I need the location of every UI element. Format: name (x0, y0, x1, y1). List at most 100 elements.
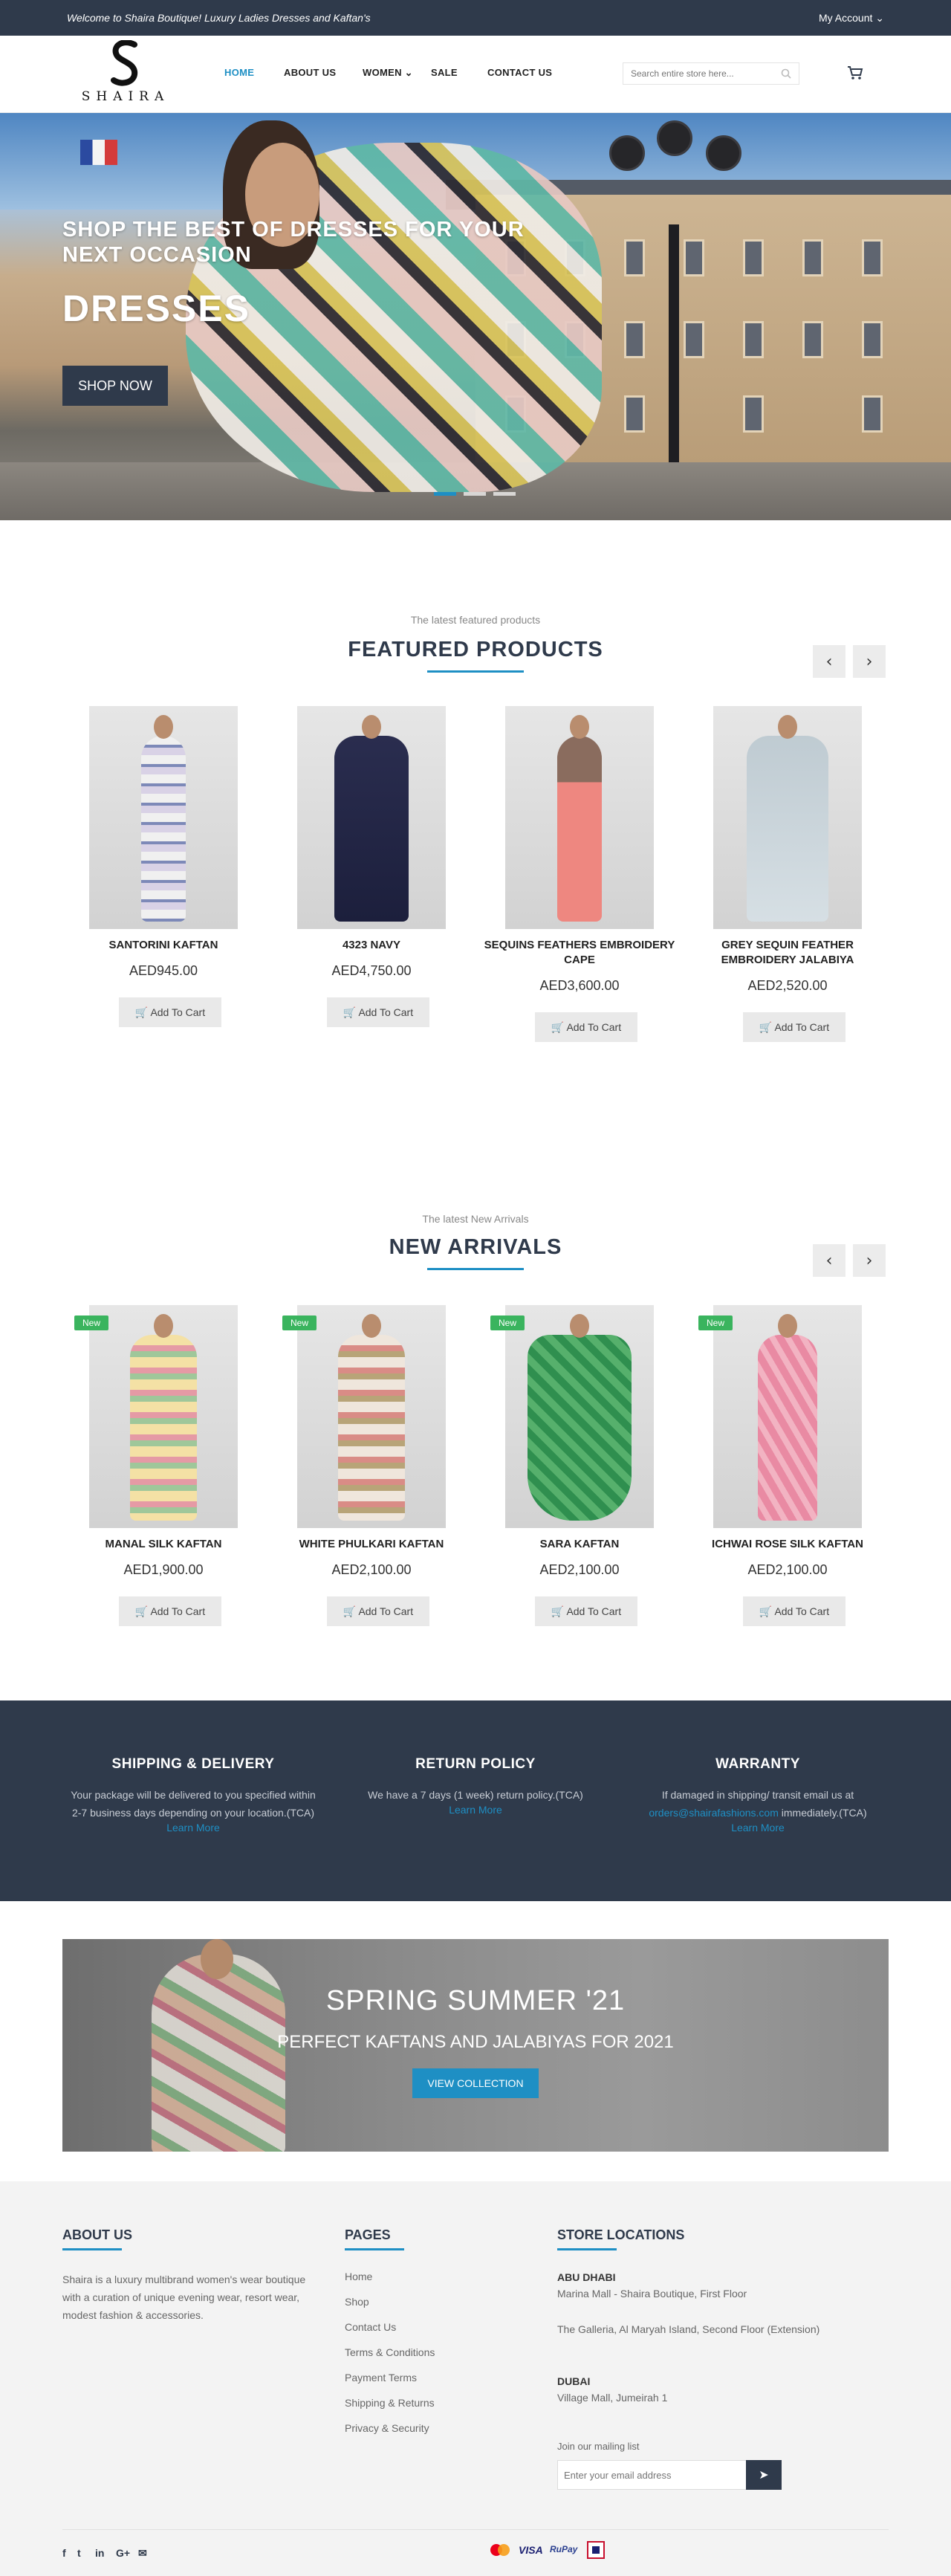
add-to-cart-label: Add To Cart (150, 1006, 206, 1018)
footer-link-shipping-returns[interactable]: Shipping & Returns (345, 2397, 435, 2409)
email-icon[interactable]: ✉ (138, 2547, 147, 2560)
featured-title-underline (427, 670, 524, 673)
slider-dot-3[interactable] (493, 492, 516, 496)
return-learn-more-link[interactable]: Learn More (449, 1804, 502, 1816)
add-to-cart-button[interactable]: 🛒 Add To Cart (119, 997, 221, 1027)
add-to-cart-button[interactable]: 🛒 Add To Cart (743, 1012, 845, 1042)
arrivals-next-button[interactable]: › (853, 1244, 886, 1277)
return-policy-info: RETURN POLICY We have a 7 days (1 week) … (349, 1756, 602, 1817)
arrivals-subtitle: The latest New Arrivals (422, 1213, 529, 1225)
view-collection-button[interactable]: VIEW COLLECTION (412, 2068, 539, 2098)
product-image[interactable] (89, 1305, 238, 1528)
featured-title: FEATURED PRODUCTS (348, 638, 603, 661)
product-image[interactable] (89, 706, 238, 929)
arrivals-prev-button[interactable]: ‹ (813, 1244, 845, 1277)
product-price: AED945.00 (129, 963, 198, 978)
product-name[interactable]: SANTORINI KAFTAN (59, 938, 267, 953)
newsletter-submit-button[interactable]: ➤ (746, 2460, 782, 2490)
product-price: AED2,520.00 (747, 978, 828, 993)
promo-banner: SPRING SUMMER '21 PERFECT KAFTANS AND JA… (62, 1939, 889, 2152)
product-name[interactable]: SARA KAFTAN (476, 1537, 684, 1552)
add-to-cart-button[interactable]: 🛒 Add To Cart (119, 1596, 221, 1626)
search-icon[interactable] (781, 68, 791, 82)
nav-contact-us[interactable]: CONTACT US (487, 67, 552, 78)
nav-about-us[interactable]: ABOUT US (284, 67, 336, 78)
footer-link-terms[interactable]: Terms & Conditions (345, 2346, 435, 2358)
shaira-logo[interactable]: SHAIRA (77, 40, 174, 111)
featured-next-button[interactable]: › (853, 645, 886, 678)
footer-link-shop[interactable]: Shop (345, 2296, 369, 2308)
nav-home[interactable]: HOME (224, 67, 254, 78)
newsletter-box (557, 2460, 747, 2490)
welcome-message: Welcome to Shaira Boutique! Luxury Ladie… (67, 12, 371, 24)
product-image[interactable] (713, 1305, 862, 1528)
add-to-cart-button[interactable]: 🛒 Add To Cart (535, 1596, 637, 1626)
nav-sale[interactable]: SALE (431, 67, 458, 78)
hero-street-lamp (669, 224, 679, 470)
shop-now-button[interactable]: SHOP NOW (62, 366, 168, 406)
arrivals-title-underline (427, 1268, 524, 1270)
facebook-icon[interactable]: f (62, 2547, 66, 2559)
info-band: SHIPPING & DELIVERY Your package will be… (0, 1700, 951, 1901)
product-image[interactable] (297, 1305, 446, 1528)
linkedin-icon[interactable]: in (95, 2547, 104, 2559)
product-name[interactable]: WHITE PHULKARI KAFTAN (267, 1537, 476, 1552)
product-image[interactable] (505, 706, 654, 929)
footer-link-home[interactable]: Home (345, 2271, 372, 2282)
product-name[interactable]: ICHWAI ROSE SILK KAFTAN (684, 1537, 892, 1552)
product-name[interactable]: SEQUINS FEATHERS EMBROIDERY CAPE (476, 938, 684, 968)
visa-icon: VISA (519, 2544, 543, 2556)
slider-dot-2[interactable] (464, 492, 486, 496)
product-image[interactable] (505, 1305, 654, 1528)
footer-pages-underline (345, 2248, 404, 2250)
cart-icon: 🛒 (134, 1605, 151, 1617)
footer-link-privacy[interactable]: Privacy & Security (345, 2422, 429, 2434)
cart-icon: 🛒 (343, 1605, 359, 1617)
warranty-email-link[interactable]: orders@shairafashions.com (649, 1807, 779, 1819)
add-to-cart-label: Add To Cart (150, 1605, 206, 1617)
newsletter-email-input[interactable] (558, 2461, 744, 2489)
footer-about-underline (62, 2248, 122, 2250)
search-input[interactable] (623, 63, 772, 84)
promo-title: SPRING SUMMER '21 (325, 1985, 626, 2016)
warranty-learn-more-link[interactable]: Learn More (731, 1822, 785, 1834)
store-location: The Galleria, Al Maryah Island, Second F… (557, 2323, 820, 2335)
shipping-learn-more-link[interactable]: Learn More (166, 1822, 220, 1834)
footer-pages-title: PAGES (345, 2227, 391, 2242)
shaira-s-logo-icon (111, 40, 138, 86)
product-image[interactable] (713, 706, 862, 929)
footer-about-text: Shaira is a luxury multibrand women's we… (62, 2274, 306, 2321)
my-account-dropdown[interactable]: My Account ⌄ (819, 12, 884, 25)
google-plus-icon[interactable]: G+ (116, 2547, 130, 2559)
nav-women[interactable]: WOMEN ⌄ (363, 67, 413, 79)
twitter-icon[interactable]: t (77, 2547, 81, 2559)
add-to-cart-label: Add To Cart (566, 1605, 622, 1617)
slider-dot-1[interactable] (434, 492, 456, 496)
footer-link-payment-terms[interactable]: Payment Terms (345, 2372, 417, 2384)
cart-icon: 🛒 (759, 1020, 775, 1033)
add-to-cart-label: Add To Cart (774, 1605, 830, 1617)
add-to-cart-button[interactable]: 🛒 Add To Cart (535, 1012, 637, 1042)
add-to-cart-button[interactable]: 🛒 Add To Cart (327, 1596, 429, 1626)
featured-prev-button[interactable]: ‹ (813, 645, 845, 678)
top-bar: Welcome to Shaira Boutique! Luxury Ladie… (0, 0, 951, 36)
cart-icon[interactable] (847, 65, 863, 84)
product-image[interactable] (297, 706, 446, 929)
site-header: SHAIRA HOME ABOUT US WOMEN ⌄ SALE CONTAC… (0, 36, 951, 113)
product-name[interactable]: GREY SEQUIN FEATHER EMBROIDERY JALABIYA (684, 938, 892, 968)
add-to-cart-button[interactable]: 🛒 Add To Cart (743, 1596, 845, 1626)
product-name[interactable]: MANAL SILK KAFTAN (59, 1537, 267, 1552)
footer-link-contact-us[interactable]: Contact Us (345, 2321, 396, 2333)
store-location: Marina Mall - Shaira Boutique, First Flo… (557, 2288, 747, 2300)
new-badge: New (698, 1315, 733, 1330)
add-to-cart-button[interactable]: 🛒 Add To Cart (327, 997, 429, 1027)
return-policy-title: RETURN POLICY (415, 1756, 536, 1772)
product-price: AED3,600.00 (539, 978, 620, 993)
add-to-cart-label: Add To Cart (358, 1605, 414, 1617)
warranty-text-after: immediately.(TCA) (781, 1807, 867, 1819)
footer-about-title: ABOUT US (62, 2227, 132, 2242)
new-badge: New (282, 1315, 317, 1330)
shipping-info: SHIPPING & DELIVERY Your package will be… (67, 1756, 319, 1835)
featured-subtitle: The latest featured products (410, 614, 541, 626)
product-name[interactable]: 4323 NAVY (267, 938, 476, 953)
